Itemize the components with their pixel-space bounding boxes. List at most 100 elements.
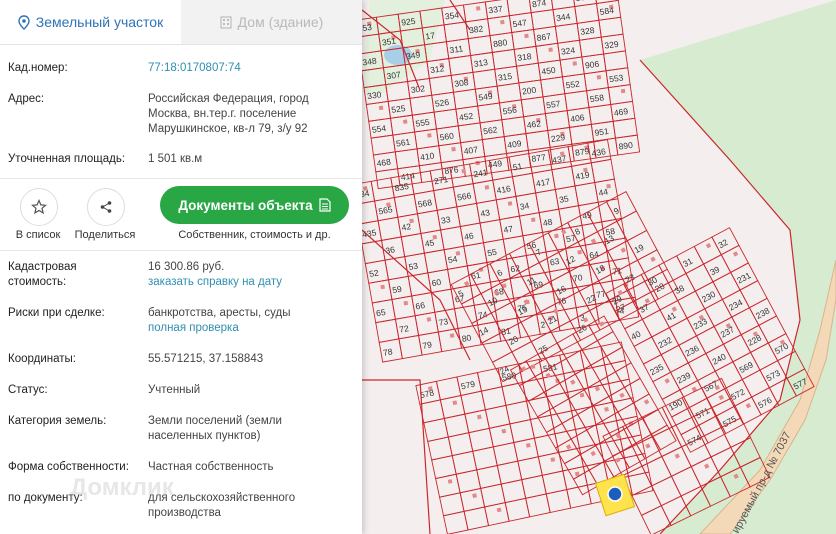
building-footprint [449,333,455,338]
plot-number-label: 311 [449,43,464,55]
order-certificate-link[interactable]: заказать справку на дату [148,275,348,290]
plot-number-label: 879 [574,146,590,158]
plot-number-label: 36 [385,244,396,256]
object-documents-caption: Собственник, стоимость и др. [178,229,331,241]
plot-number-label: 410 [420,150,436,162]
plot-number-label: 42 [401,221,412,233]
plot-number-label: 55 [487,247,498,259]
plot-number-label: 525 [391,103,407,115]
object-documents-button[interactable]: Документы объекта [160,186,349,224]
plot-number-label: 33 [440,214,451,226]
plot-number-label: 552 [565,78,581,90]
risk-value: банкротства, аресты, суды [148,307,291,319]
area-label: Уточненная площадь: [8,153,126,165]
plot-number-label: 877 [531,152,547,164]
status-value: Учтенный [148,384,201,396]
address-value: Российская Федерация, город Москва, вн.т… [148,93,309,135]
document-purpose-row: по документу: для сельскохозяйственного … [8,491,352,523]
coordinates-label: Координаты: [8,353,76,365]
building-footprint [530,217,536,223]
plot-number-label: 382 [468,23,484,35]
plot-number-label: 553 [609,72,625,84]
tab-land-plot[interactable]: Земельный участок [0,0,181,44]
risk-label: Риски при сделке: [8,307,105,319]
building-footprint [447,479,453,484]
plot-number-label: 348 [362,56,378,68]
plot-number-label: 63 [549,256,560,268]
plot-number-label: 554 [371,123,387,135]
document-icon [319,198,331,212]
plot-number-label: 468 [376,157,392,169]
building-footprint [427,133,432,138]
building-footprint [577,249,582,255]
plot-number-label: 450 [541,65,557,77]
selected-plot-marker[interactable] [607,486,623,502]
ownership-label: Форма собственности: [8,461,129,473]
plot-number-label: 54 [447,254,458,266]
building-footprint [530,364,536,370]
plot-number-label: 409 [507,138,523,150]
plot-number-label: 452 [458,111,474,123]
cad-number-link[interactable]: 77:18:0170807:74 [148,61,348,76]
add-to-list-label: В список [15,229,61,241]
building-footprint [452,400,458,406]
ownership-value: Частная собственность [148,461,274,473]
plot-number-label: 34 [519,200,530,212]
plot-number-label: 351 [381,36,397,48]
share-button[interactable] [87,188,125,226]
cad-number-row: Кад.номер: 77:18:0170807:74 [8,61,352,77]
plot-number-label: 72 [398,323,409,335]
plot-number-label: 324 [560,45,576,57]
coordinates-value: 55.571215, 37.158843 [148,353,264,365]
building-footprint [501,428,507,434]
plot-number-label: 313 [473,57,489,69]
plot-number-label: 80 [461,332,472,344]
plot-number-label: 337 [488,4,504,16]
plot-number-label: 558 [589,92,605,104]
building-footprint [402,119,408,124]
plot-number-label: 584 [599,5,615,17]
building-footprint [380,284,385,290]
plot-number-label: 555 [415,117,431,129]
building-footprint [596,74,602,80]
plot-number-label: 53 [408,261,419,273]
plot-number-label: 880 [493,37,509,49]
plot-number-label: 462 [526,118,542,130]
location-pin-icon [18,14,30,30]
plot-number-label: 43 [480,207,491,219]
coordinates-row: Координаты: 55.571215, 37.158843 [8,352,352,368]
building-footprint [476,414,482,420]
building-footprint [548,47,553,52]
building-footprint [500,19,505,25]
address-row: Адрес: Российская Федерация, город Москв… [8,92,352,138]
plot-number-label: 925 [401,16,417,28]
divider [0,250,362,251]
tab-house[interactable]: Дом (здание) [181,0,362,44]
plot-number-label: 560 [439,131,455,143]
building-footprint [496,507,502,513]
plot-number-label: 549 [478,91,494,103]
share-icon [100,201,112,213]
plot-number-label: 414 [400,170,416,182]
plot-number-label: 328 [580,25,596,37]
building-footprint [403,300,409,306]
cad-number-label: Кад.номер: [8,62,68,74]
plot-number-label: 906 [584,59,600,71]
plot-number-label: 561 [395,137,411,149]
cost-label: Кадастровая стоимость: [8,261,77,288]
full-check-link[interactable]: полная проверка [148,321,348,336]
building-footprint [426,317,432,322]
building-footprint [574,471,580,477]
ownership-row: Форма собственности: Частная собственнос… [8,460,352,476]
plot-number-label: 52 [368,267,379,279]
plot-number-label: 44 [598,186,609,198]
plot-number-label: 312 [430,63,446,75]
plot-number-label: 307 [386,69,402,81]
add-to-list-button[interactable] [20,188,58,226]
building-footprint [604,406,609,412]
star-icon [31,199,47,215]
plot-number-label: 318 [517,51,533,63]
building-footprint [579,392,585,398]
cost-value: 16 300.86 руб. [148,261,225,273]
plot-number-label: 60 [431,277,442,289]
